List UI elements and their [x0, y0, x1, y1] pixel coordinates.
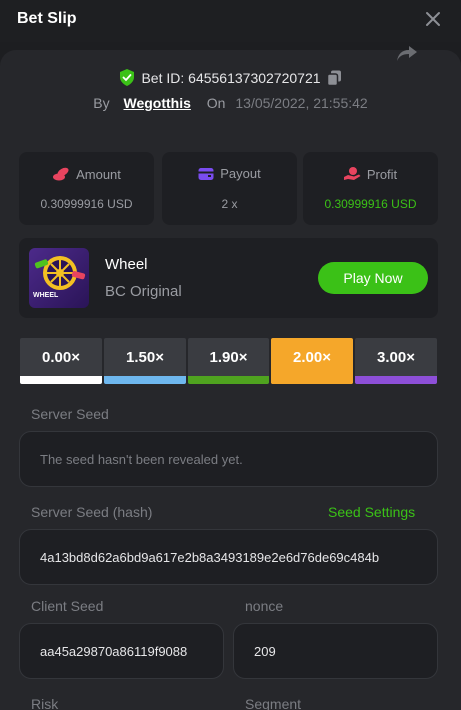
wallet-icon — [198, 168, 214, 180]
coins-icon — [53, 167, 69, 181]
wheel-game-thumbnail[interactable]: WHEEL — [29, 248, 89, 308]
payout-value: 2 x — [221, 197, 238, 211]
server-seed-field[interactable]: The seed hasn't been revealed yet. — [19, 431, 438, 487]
amount-card: Amount 0.30999916 USD — [19, 152, 154, 225]
amount-value: 0.30999916 USD — [40, 197, 133, 211]
client-seed-field[interactable]: aa45a29870a86119f9088 — [19, 623, 224, 679]
by-label: By — [93, 95, 110, 111]
multiplier-color-bar — [188, 376, 269, 384]
multiplier-label: 2.00× — [293, 349, 331, 366]
seed-settings-link[interactable]: Seed Settings — [328, 504, 415, 520]
multiplier-color-bar — [355, 376, 437, 384]
multiplier-color-bar — [20, 376, 102, 384]
server-seed-hash-label: Server Seed (hash) — [31, 504, 153, 520]
bet-id-row: Bet ID: 64556137302720721 — [0, 69, 461, 89]
bet-slip-title: Bet Slip — [17, 10, 77, 27]
profit-label: Profit — [366, 167, 398, 182]
nonce-label: nonce — [245, 598, 284, 614]
user-link[interactable]: Wegotthis — [124, 95, 191, 111]
profit-value: 0.30999916 USD — [324, 197, 417, 211]
bet-slip-header: Bet Slip — [0, 0, 461, 42]
bet-author-row: By Wegotthis On 13/05/2022, 21:55:42 — [0, 95, 461, 115]
share-icon[interactable] — [395, 44, 419, 62]
multiplier-label: 1.90× — [209, 349, 248, 366]
multiplier-segment: 3.00× — [355, 338, 437, 384]
server-seed-label: Server Seed — [31, 406, 109, 422]
verified-shield-icon — [120, 69, 135, 86]
wheel-thumb-label: WHEEL — [33, 292, 59, 299]
multiplier-label: 0.00× — [42, 349, 80, 366]
game-card: WHEEL Wheel BC Original Play Now — [19, 238, 438, 318]
amount-label: Amount — [76, 167, 121, 182]
hand-coin-icon — [343, 167, 361, 180]
bet-date: 13/05/2022, 21:55:42 — [235, 95, 368, 111]
client-seed-label: Client Seed — [31, 598, 104, 614]
multiplier-color-bar — [271, 376, 353, 384]
wheel-icon — [34, 256, 86, 290]
multiplier-segment: 1.90× — [188, 338, 269, 384]
server-seed-hash-field[interactable]: 4a13bd8d62a6bd9a617e2b8a3493189e2e6d76de… — [19, 529, 438, 585]
copy-icon[interactable] — [326, 70, 342, 86]
multiplier-label: 1.50× — [126, 349, 164, 366]
profit-card: Profit 0.30999916 USD — [303, 152, 438, 225]
play-now-button[interactable]: Play Now — [318, 262, 428, 294]
multiplier-segment: 0.00× — [20, 338, 102, 384]
close-icon[interactable] — [424, 10, 442, 28]
on-label: On — [206, 95, 226, 111]
payout-card: Payout 2 x — [162, 152, 297, 225]
risk-label: Risk — [31, 696, 59, 710]
payout-label: Payout — [220, 166, 261, 181]
game-name: Wheel — [105, 256, 148, 273]
nonce-field[interactable]: 209 — [233, 623, 438, 679]
multiplier-color-bar — [104, 376, 186, 384]
multiplier-segment: 1.50× — [104, 338, 186, 384]
segment-label: Segment — [245, 696, 302, 710]
multiplier-label: 3.00× — [377, 349, 415, 366]
multiplier-segment-active: 2.00× — [271, 338, 353, 384]
game-provider: BC Original — [105, 283, 182, 300]
bet-id-text: Bet ID: 64556137302720721 — [141, 70, 321, 86]
